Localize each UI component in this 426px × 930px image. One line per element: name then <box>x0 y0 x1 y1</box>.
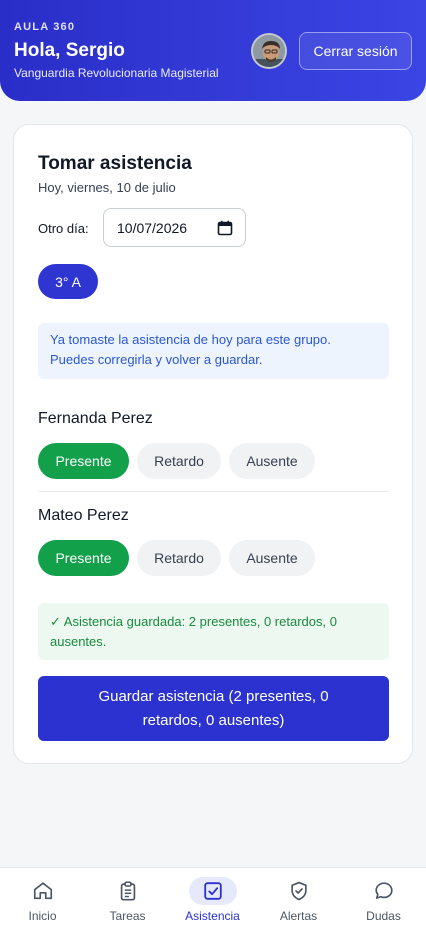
bottom-nav: Inicio Tareas Asistencia Alertas Dudas <box>0 867 426 930</box>
organization-name: Vanguardia Revolucionaria Magisterial <box>14 66 219 80</box>
shield-check-icon <box>290 881 307 901</box>
nav-item-asistencia[interactable]: Asistencia <box>170 868 255 930</box>
present-button[interactable]: Presente <box>38 443 129 479</box>
save-attendance-button[interactable]: Guardar asistencia (2 presentes, 0 retar… <box>38 676 389 741</box>
clipboard-icon <box>120 881 135 901</box>
checkbox-icon <box>203 882 222 900</box>
greeting: Hola, Sergio <box>14 40 125 61</box>
logout-button[interactable]: Cerrar sesión <box>299 32 412 70</box>
nav-item-tareas[interactable]: Tareas <box>85 868 170 930</box>
card-title: Tomar asistencia <box>38 153 192 174</box>
avatar-image <box>253 35 285 67</box>
header: AULA 360 Hola, Sergio Vanguardia Revoluc… <box>0 0 426 101</box>
late-button[interactable]: Retardo <box>137 540 221 576</box>
divider <box>38 491 389 492</box>
nav-label: Tareas <box>109 909 146 923</box>
card-subtitle: Hoy, viernes, 10 de julio <box>38 180 176 195</box>
group-chip-3a[interactable]: 3° A <box>38 264 98 299</box>
attendance-card: Tomar asistencia Hoy, viernes, 10 de jul… <box>13 124 413 764</box>
late-button[interactable]: Retardo <box>137 443 221 479</box>
date-field[interactable]: 10/07/2026 <box>103 208 246 247</box>
other-day-label: Otro día: <box>38 221 89 236</box>
nav-item-alertas[interactable]: Alertas <box>256 868 341 930</box>
nav-label: Asistencia <box>185 909 240 923</box>
nav-label: Alertas <box>279 909 318 923</box>
student-name: Fernanda Perez <box>38 410 153 427</box>
home-icon <box>33 882 52 900</box>
absent-button[interactable]: Ausente <box>229 540 315 576</box>
date-value: 10/07/2026 <box>117 219 188 236</box>
avatar[interactable] <box>251 33 287 69</box>
app-name: AULA 360 <box>14 21 76 33</box>
success-message: ✓ Asistencia guardada: 2 presentes, 0 re… <box>38 603 389 660</box>
student-name: Mateo Perez <box>38 507 129 524</box>
nav-label: Dudas <box>366 909 401 923</box>
info-message: Ya tomaste la asistencia de hoy para est… <box>38 323 389 379</box>
calendar-icon[interactable] <box>217 220 233 236</box>
nav-label: Inicio <box>28 909 57 923</box>
absent-button[interactable]: Ausente <box>229 443 315 479</box>
nav-item-dudas[interactable]: Dudas <box>341 868 426 930</box>
save-button-label: Guardar asistencia (2 presentes, 0 retar… <box>98 687 329 729</box>
present-button[interactable]: Presente <box>38 540 129 576</box>
nav-item-inicio[interactable]: Inicio <box>0 868 85 930</box>
chat-bubble-icon <box>374 882 393 899</box>
app-screen: AULA 360 Hola, Sergio Vanguardia Revoluc… <box>0 0 426 930</box>
